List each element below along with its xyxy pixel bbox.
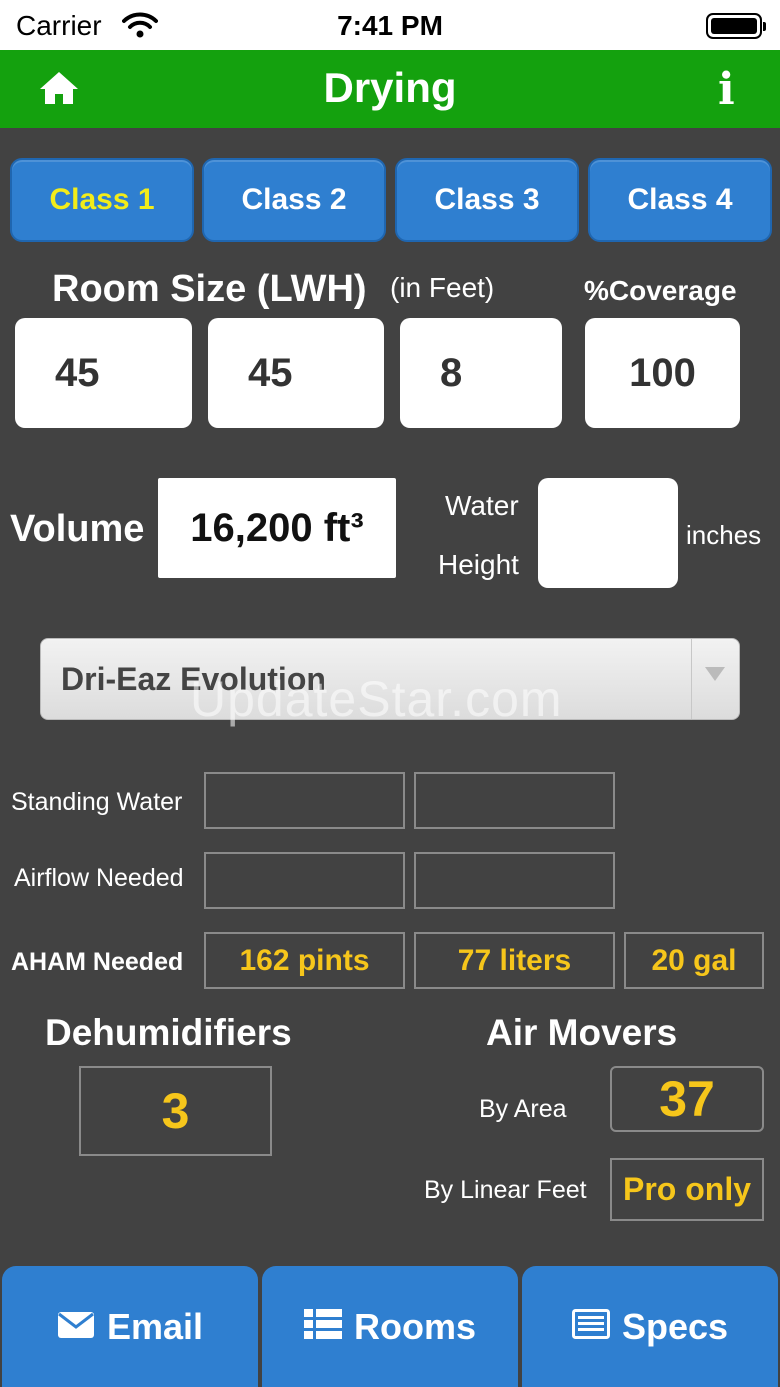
chevron-down-icon <box>705 667 725 681</box>
email-button[interactable]: Email <box>2 1266 258 1387</box>
standing-water-label: Standing Water <box>11 788 183 816</box>
battery-icon <box>706 13 766 39</box>
width-input[interactable]: 45 <box>208 318 384 428</box>
volume-value: 16,200 ft³ <box>158 478 396 578</box>
height-input[interactable]: 8 <box>400 318 562 428</box>
standing-water-field-2 <box>414 772 615 829</box>
dropdown-divider <box>691 639 692 719</box>
tab-class-3[interactable]: Class 3 <box>395 158 579 242</box>
watermark: UpdateStar.com <box>190 671 563 727</box>
dehumidifiers-label: Dehumidifiers <box>45 1012 292 1053</box>
coverage-label: %Coverage <box>584 275 737 306</box>
airflow-needed-field-1 <box>204 852 405 909</box>
nav-bar: Drying i <box>0 50 780 128</box>
tab-class-1[interactable]: Class 1 <box>10 158 194 242</box>
specs-button[interactable]: Specs <box>522 1266 778 1387</box>
status-time: 7:41 PM <box>337 10 443 41</box>
aham-needed-label: AHAM Needed <box>11 948 184 976</box>
envelope-icon <box>57 1306 95 1348</box>
volume-label: Volume <box>10 508 145 550</box>
by-linear-feet-label: By Linear Feet <box>424 1176 587 1204</box>
aham-liters-value: 77 liters <box>414 932 615 989</box>
room-size-unit-label: (in Feet) <box>390 272 495 303</box>
rooms-button-label: Rooms <box>353 1305 476 1347</box>
water-height-label-2: Height <box>438 549 519 580</box>
coverage-input[interactable]: 100 <box>585 318 740 428</box>
airflow-needed-field-2 <box>414 852 615 909</box>
email-button-label: Email <box>106 1305 204 1347</box>
rooms-button[interactable]: Rooms <box>262 1266 518 1387</box>
status-bar: Carrier 7:41 PM <box>0 0 780 50</box>
room-size-label: Room Size (LWH) <box>52 268 367 310</box>
tab-class-4[interactable]: Class 4 <box>588 158 772 242</box>
airflow-needed-label: Airflow Needed <box>14 864 184 892</box>
dehumidifiers-count: 3 <box>79 1066 272 1156</box>
info-icon[interactable]: i <box>718 64 735 115</box>
aham-pints-value: 162 pints <box>204 932 405 989</box>
air-movers-by-area-value: 37 <box>610 1066 764 1132</box>
document-list-icon <box>571 1306 610 1348</box>
water-height-label-1: Water <box>445 490 519 521</box>
specs-button-label: Specs <box>621 1305 729 1347</box>
air-movers-by-linear-value: Pro only <box>610 1158 764 1221</box>
length-input[interactable]: 45 <box>15 318 192 428</box>
by-area-label: By Area <box>479 1095 567 1123</box>
page-title: Drying <box>323 64 457 111</box>
aham-gallons-value: 20 gal <box>624 932 764 989</box>
tab-class-2[interactable]: Class 2 <box>202 158 386 242</box>
list-icon <box>303 1306 342 1348</box>
water-height-input[interactable] <box>538 478 678 588</box>
air-movers-label: Air Movers <box>486 1012 678 1053</box>
inches-label: inches <box>686 520 762 550</box>
standing-water-field-1 <box>204 772 405 829</box>
